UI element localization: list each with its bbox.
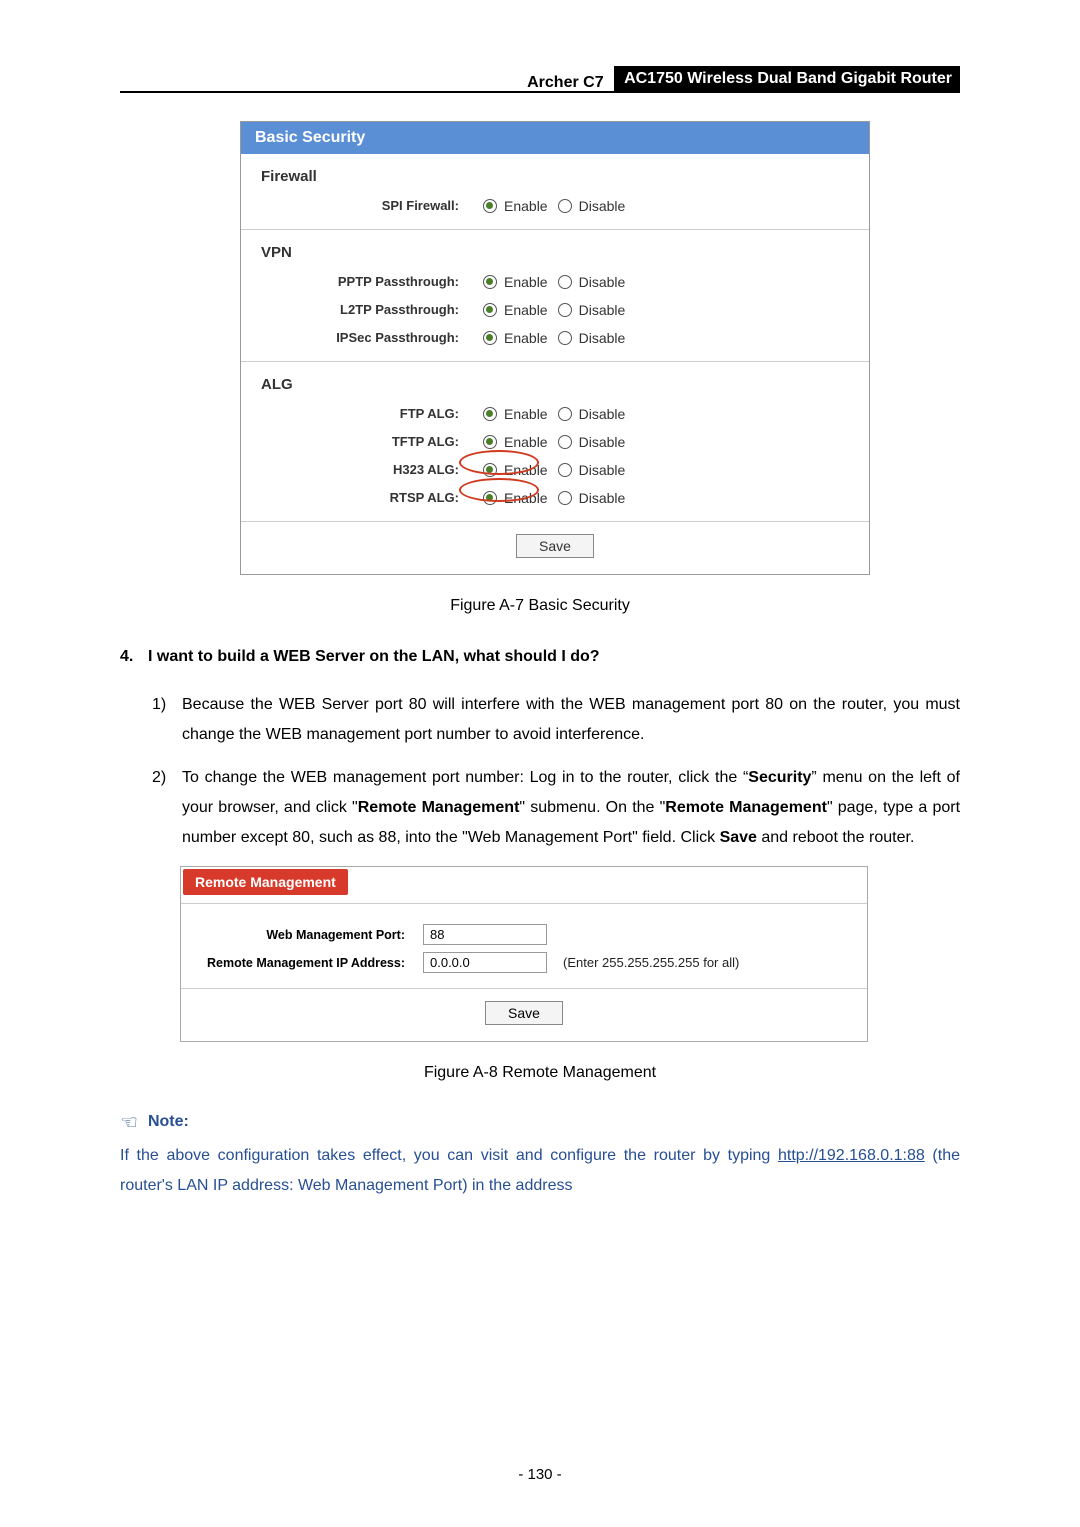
l2tp-label: L2TP Passthrough: <box>259 297 477 323</box>
note-header: ☞ Note: <box>120 1110 960 1135</box>
disable-label: Disable <box>579 297 626 323</box>
enable-label: Enable <box>504 485 548 511</box>
disable-label: Disable <box>579 325 626 351</box>
note-label: Note: <box>148 1113 189 1131</box>
rtsp-alg-row: RTSP ALG: Enable Disable <box>259 485 851 511</box>
alg-heading: ALG <box>261 376 851 393</box>
ipsec-disable-radio[interactable] <box>558 331 572 345</box>
ftp-enable-radio[interactable] <box>483 407 497 421</box>
ftp-disable-radio[interactable] <box>558 407 572 421</box>
step-2: 2) To change the WEB management port num… <box>152 763 960 854</box>
enable-label: Enable <box>504 457 548 483</box>
model-label: Archer C7 <box>527 74 603 92</box>
note-body: If the above configuration takes effect,… <box>120 1141 960 1202</box>
enable-label: Enable <box>504 193 548 219</box>
tftp-enable-radio[interactable] <box>483 435 497 449</box>
h323-alg-row: H323 ALG: Enable Disable <box>259 457 851 483</box>
product-label: AC1750 Wireless Dual Band Gigabit Router <box>614 66 960 92</box>
enable-label: Enable <box>504 297 548 323</box>
remote-management-panel: Remote Management Web Management Port: R… <box>180 866 868 1042</box>
ftp-alg-row: FTP ALG: Enable Disable <box>259 401 851 427</box>
remote-ip-input[interactable] <box>423 952 547 973</box>
step-text: To change the WEB management port number… <box>182 763 960 854</box>
ipsec-row: IPSec Passthrough: Enable Disable <box>259 325 851 351</box>
web-port-input[interactable] <box>423 924 547 945</box>
l2tp-disable-radio[interactable] <box>558 303 572 317</box>
figure-caption-a8: Figure A-8 Remote Management <box>120 1064 960 1082</box>
remote-ip-row: Remote Management IP Address: (Enter 255… <box>195 950 853 976</box>
tftp-alg-row: TFTP ALG: Enable Disable <box>259 429 851 455</box>
web-port-label: Web Management Port: <box>195 922 423 948</box>
tftp-disable-radio[interactable] <box>558 435 572 449</box>
enable-label: Enable <box>504 429 548 455</box>
basic-security-title: Basic Security <box>241 122 869 154</box>
spi-enable-radio[interactable] <box>483 199 497 213</box>
enable-label: Enable <box>504 401 548 427</box>
enable-label: Enable <box>504 269 548 295</box>
step-1: 1) Because the WEB Server port 80 will i… <box>152 690 960 751</box>
pptp-label: PPTP Passthrough: <box>259 269 477 295</box>
save-button[interactable]: Save <box>516 534 594 558</box>
l2tp-enable-radio[interactable] <box>483 303 497 317</box>
pptp-disable-radio[interactable] <box>558 275 572 289</box>
rtsp-enable-radio[interactable] <box>483 491 497 505</box>
question-4: 4. I want to build a WEB Server on the L… <box>120 643 960 672</box>
remote-ip-label: Remote Management IP Address: <box>195 950 423 976</box>
question-text: I want to build a WEB Server on the LAN,… <box>148 643 960 672</box>
tftp-alg-label: TFTP ALG: <box>259 429 477 455</box>
ftp-alg-label: FTP ALG: <box>259 401 477 427</box>
disable-label: Disable <box>579 269 626 295</box>
remote-management-title: Remote Management <box>183 869 348 895</box>
rtsp-alg-label: RTSP ALG: <box>259 485 477 511</box>
remote-ip-hint: (Enter 255.255.255.255 for all) <box>563 950 739 976</box>
ipsec-enable-radio[interactable] <box>483 331 497 345</box>
h323-alg-label: H323 ALG: <box>259 457 477 483</box>
question-number: 4. <box>120 643 148 672</box>
step-number: 2) <box>152 763 182 854</box>
basic-security-panel: Basic Security Firewall SPI Firewall: En… <box>240 121 870 575</box>
ipsec-label: IPSec Passthrough: <box>259 325 477 351</box>
disable-label: Disable <box>579 401 626 427</box>
step-text: Because the WEB Server port 80 will inte… <box>182 690 960 751</box>
l2tp-row: L2TP Passthrough: Enable Disable <box>259 297 851 323</box>
spi-firewall-row: SPI Firewall: Enable Disable <box>259 193 851 219</box>
pptp-enable-radio[interactable] <box>483 275 497 289</box>
router-url-link[interactable]: http://192.168.0.1:88 <box>778 1147 925 1164</box>
pptp-row: PPTP Passthrough: Enable Disable <box>259 269 851 295</box>
disable-label: Disable <box>579 485 626 511</box>
figure-caption-a7: Figure A-7 Basic Security <box>120 597 960 615</box>
pointing-hand-icon: ☞ <box>120 1110 138 1135</box>
spi-firewall-label: SPI Firewall: <box>259 193 477 219</box>
firewall-heading: Firewall <box>261 168 851 185</box>
h323-enable-radio[interactable] <box>483 463 497 477</box>
rtsp-disable-radio[interactable] <box>558 491 572 505</box>
step-number: 1) <box>152 690 182 751</box>
disable-label: Disable <box>579 193 626 219</box>
disable-label: Disable <box>579 457 626 483</box>
disable-label: Disable <box>579 429 626 455</box>
vpn-heading: VPN <box>261 244 851 261</box>
save-button[interactable]: Save <box>485 1001 563 1025</box>
enable-label: Enable <box>504 325 548 351</box>
web-port-row: Web Management Port: <box>195 922 853 948</box>
doc-header: Archer C7 AC1750 Wireless Dual Band Giga… <box>120 66 960 92</box>
page-number: - 130 - <box>0 1466 1080 1483</box>
spi-disable-radio[interactable] <box>558 199 572 213</box>
h323-disable-radio[interactable] <box>558 463 572 477</box>
